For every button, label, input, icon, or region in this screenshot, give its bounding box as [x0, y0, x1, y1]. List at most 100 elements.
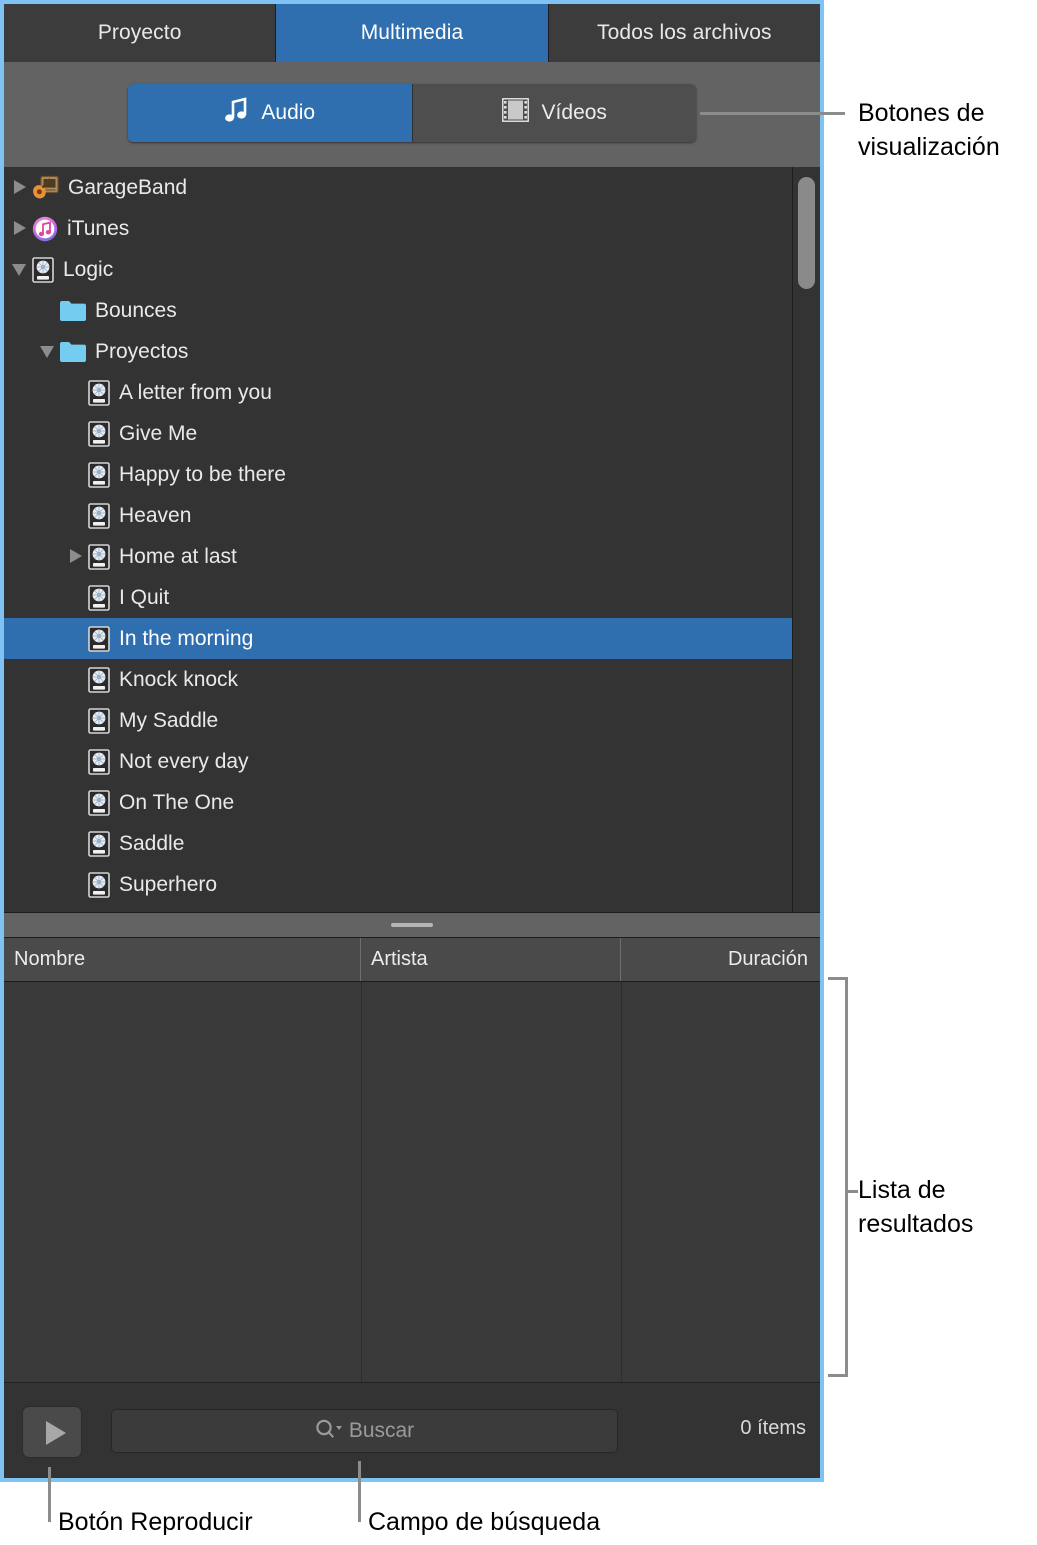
items-count-label: 0 ítems [740, 1417, 806, 1439]
play-button[interactable] [22, 1406, 82, 1458]
callout-leader-results-list [846, 1190, 858, 1193]
logic-project-icon [88, 748, 110, 775]
tree-item[interactable]: GarageBand [4, 167, 793, 208]
column-header-nombre[interactable]: Nombre [4, 938, 361, 981]
tab-multimedia[interactable]: Multimedia [276, 4, 549, 62]
tree-scrollbar-thumb[interactable] [798, 177, 815, 289]
splitter-grip[interactable] [391, 923, 433, 927]
garageband-icon [32, 175, 59, 200]
tree-item-label: My Saddle [119, 708, 219, 732]
chevron-right-icon[interactable] [10, 208, 32, 249]
tree-item-label: Heaven [119, 503, 192, 527]
music-note-icon [224, 97, 248, 129]
column-header-artista-label: Artista [371, 948, 428, 970]
tree-item-label: Home at last [119, 544, 237, 568]
search-input[interactable]: Buscar [111, 1409, 618, 1453]
tree-item-label: Saddle [119, 831, 185, 855]
logic-project-icon [88, 707, 110, 734]
chevron-down-icon[interactable] [10, 249, 32, 290]
tree-item-label: In the morning [119, 626, 254, 650]
tree-item[interactable] [4, 905, 793, 912]
media-browser-panel: Proyecto Multimedia Todos los archivos A… [0, 0, 824, 1482]
itunes-icon [32, 216, 58, 242]
tree-item-label: Knock knock [119, 667, 239, 691]
view-button-videos[interactable]: Vídeos [412, 84, 696, 142]
tab-multimedia-label: Multimedia [360, 21, 464, 44]
results-table-header: Nombre Artista Duración [4, 938, 820, 982]
tree-item-label: Logic [63, 257, 114, 281]
view-buttons-segmented-control: Audio Vídeos [128, 84, 696, 142]
folder-icon [60, 300, 86, 321]
tree-item[interactable]: My Saddle [4, 700, 793, 741]
column-header-duracion[interactable]: Duración [621, 938, 820, 981]
tab-proyecto[interactable]: Proyecto [4, 4, 277, 62]
logic-project-icon [32, 256, 54, 283]
tab-bar: Proyecto Multimedia Todos los archivos [4, 4, 820, 62]
tree-item-label: iTunes [67, 216, 130, 240]
tree-item[interactable]: Give Me [4, 413, 793, 454]
view-button-audio[interactable]: Audio [128, 84, 412, 142]
logic-project-icon [88, 871, 110, 898]
column-header-duracion-label: Duración [727, 948, 808, 970]
tree-item[interactable]: Not every day [4, 741, 793, 782]
chevron-right-icon[interactable] [10, 167, 32, 208]
logic-project-icon [88, 584, 110, 611]
callout-results-list: Lista de resultados [858, 1176, 974, 1238]
tree-item[interactable]: Heaven [4, 495, 793, 536]
callout-view-buttons: Botones de visualización [858, 99, 1000, 161]
tree-item[interactable]: Happy to be there [4, 454, 793, 495]
tab-todos-los-archivos[interactable]: Todos los archivos [548, 4, 820, 62]
view-buttons-row: Audio Vídeos [4, 62, 820, 168]
results-table-body[interactable] [4, 982, 820, 1382]
tree-item[interactable]: Superhero [4, 864, 793, 905]
tree-item[interactable]: Bounces [4, 290, 793, 331]
tree-item[interactable]: A letter from you [4, 372, 793, 413]
callout-leader-search-field [358, 1461, 361, 1522]
media-tree-rows: GarageBand iTunes Logic Bounces Proyectos A l… [4, 167, 793, 912]
tree-item-label: A letter from you [119, 380, 272, 404]
callout-leader-view-buttons [700, 112, 845, 115]
tree-item[interactable]: In the morning [4, 618, 793, 659]
tree-item[interactable]: Proyectos [4, 331, 793, 372]
tree-item[interactable]: On The One [4, 782, 793, 823]
tree-item[interactable]: Home at last [4, 536, 793, 577]
panel-splitter[interactable] [4, 912, 820, 938]
column-header-nombre-label: Nombre [14, 948, 86, 970]
search-icon[interactable] [315, 1418, 347, 1445]
logic-project-icon [88, 666, 110, 693]
logic-project-icon [88, 379, 110, 406]
tree-item[interactable]: Saddle [4, 823, 793, 864]
tree-item-label: On The One [119, 790, 235, 814]
callout-leader-play-button [48, 1467, 51, 1522]
logic-project-icon [88, 789, 110, 816]
view-button-videos-label: Vídeos [541, 101, 607, 124]
logic-project-icon [88, 625, 110, 652]
tab-todos-los-archivos-label: Todos los archivos [597, 21, 772, 44]
column-divider-2 [621, 982, 622, 1382]
tree-item[interactable]: Knock knock [4, 659, 793, 700]
tree-item[interactable]: Logic [4, 249, 793, 290]
media-tree-view[interactable]: GarageBand iTunes Logic Bounces Proyectos A l… [4, 167, 820, 912]
column-header-artista[interactable]: Artista [361, 938, 621, 981]
logic-project-icon [88, 461, 110, 488]
tree-item[interactable]: I Quit [4, 577, 793, 618]
chevron-down-icon[interactable] [38, 331, 60, 372]
chevron-right-icon[interactable] [66, 536, 88, 577]
tree-scrollbar[interactable] [792, 167, 820, 912]
tree-item-label: Give Me [119, 421, 198, 445]
tree-item[interactable]: iTunes [4, 208, 793, 249]
view-button-audio-label: Audio [261, 101, 316, 124]
